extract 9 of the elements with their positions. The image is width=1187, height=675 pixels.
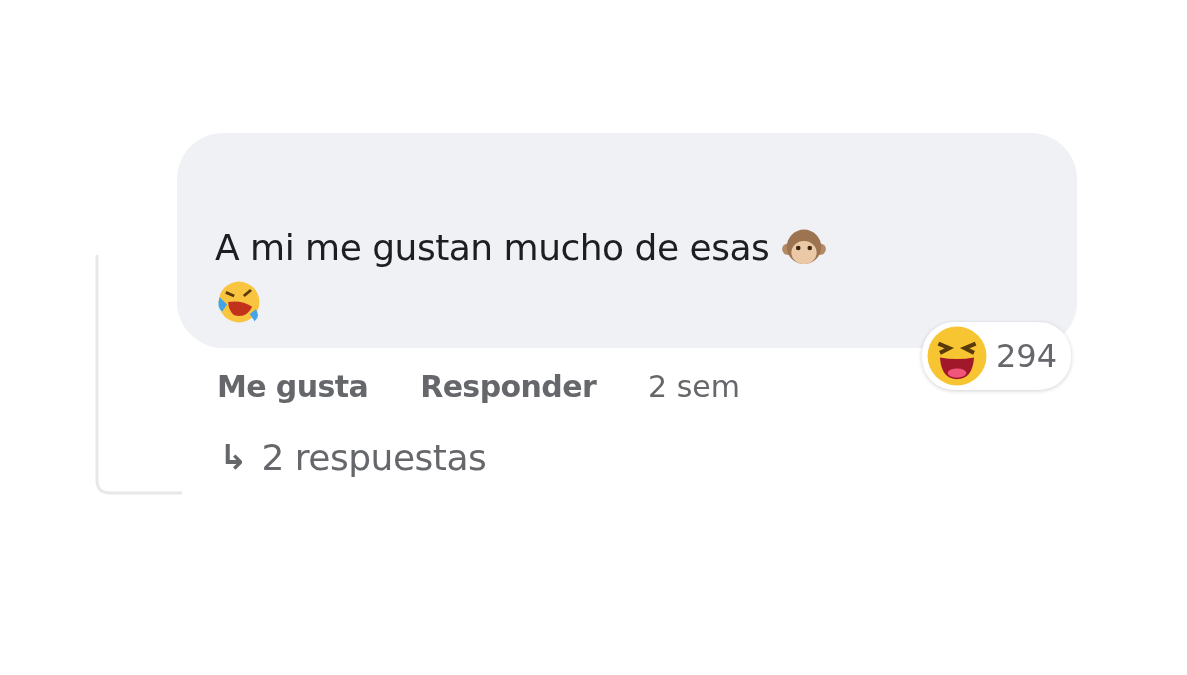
action-link[interactable]: Me gusta	[217, 363, 369, 409]
reaction-count: 294	[995, 335, 1057, 377]
timestamp[interactable]: 2 sem	[648, 363, 741, 409]
laughing-face-icon	[925, 324, 988, 387]
replies-link[interactable]: 2 respuestas	[261, 430, 487, 485]
action-link[interactable]: Responder	[420, 363, 597, 409]
reaction-badge[interactable]: 294	[921, 321, 1071, 390]
reply-arrow-icon: ↳	[219, 432, 248, 484]
comment-text: A mi me gustan mucho de esas	[215, 226, 770, 270]
